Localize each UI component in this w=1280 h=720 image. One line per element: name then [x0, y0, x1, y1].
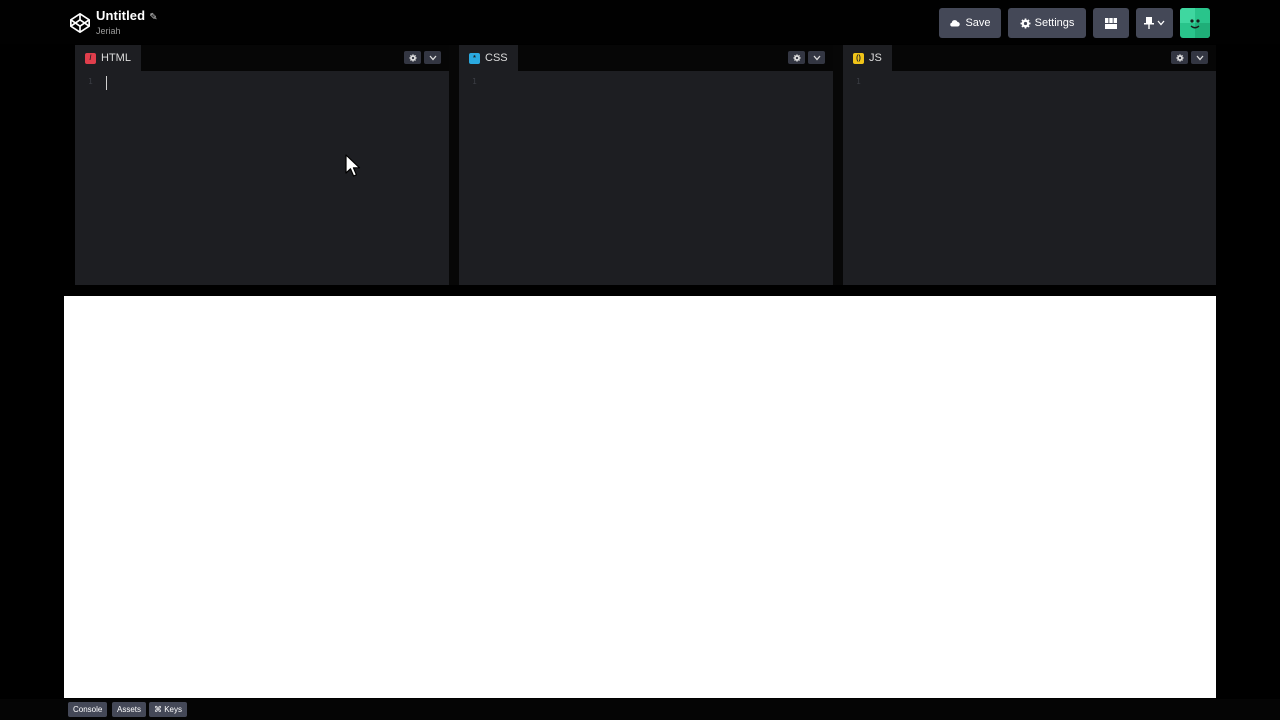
chevron-down-icon: [429, 55, 436, 60]
change-view-button[interactable]: [1093, 8, 1129, 38]
css-language-icon: *: [469, 52, 480, 64]
save-button[interactable]: Save: [939, 8, 1001, 38]
js-editor[interactable]: () JS 1: [843, 45, 1216, 285]
codepen-logo-icon[interactable]: [69, 12, 91, 34]
css-options-button[interactable]: [808, 51, 825, 64]
editor-resizer[interactable]: [449, 45, 459, 285]
settings-button[interactable]: Settings: [1008, 8, 1086, 38]
js-editor-header: () JS: [843, 45, 1216, 71]
top-bar: Untitled ✎ Jeriah Save Settings: [0, 0, 1280, 44]
css-editor-header: * CSS: [459, 45, 833, 71]
js-tab[interactable]: () JS: [843, 45, 892, 71]
result-preview[interactable]: [64, 296, 1216, 698]
js-tab-label: JS: [869, 52, 882, 64]
html-editor-header: / HTML: [75, 45, 449, 71]
css-settings-button[interactable]: [788, 51, 805, 64]
html-tab[interactable]: / HTML: [75, 45, 141, 71]
css-editor[interactable]: * CSS 1: [459, 45, 833, 285]
html-settings-button[interactable]: [404, 51, 421, 64]
html-language-icon: /: [85, 52, 96, 64]
pin-menu-button[interactable]: [1136, 8, 1173, 38]
js-language-icon: (): [853, 52, 864, 64]
html-editor[interactable]: / HTML 1: [75, 45, 449, 285]
css-tab[interactable]: * CSS: [459, 45, 518, 71]
layout-grid-icon: [1105, 17, 1117, 29]
keys-button[interactable]: ⌘ Keys: [149, 702, 188, 717]
editor-panels: / HTML 1 * CSS 1 () JS 1: [75, 45, 1216, 285]
save-button-label: Save: [965, 17, 991, 29]
avatar[interactable]: [1180, 8, 1210, 38]
pen-title-area: Untitled ✎ Jeriah: [96, 7, 158, 36]
pin-icon: [1144, 17, 1154, 29]
chevron-down-icon: [813, 55, 820, 60]
line-number: 1: [472, 77, 477, 86]
gear-icon: [1020, 17, 1031, 28]
css-tab-label: CSS: [485, 52, 508, 64]
gear-icon: [792, 53, 801, 62]
text-caret: [106, 76, 107, 90]
chevron-down-icon: [1157, 20, 1165, 26]
cloud-icon: [950, 20, 961, 27]
html-options-button[interactable]: [424, 51, 441, 64]
console-button[interactable]: Console: [68, 702, 108, 717]
assets-button[interactable]: Assets: [112, 702, 147, 717]
settings-button-label: Settings: [1034, 17, 1075, 29]
js-settings-button[interactable]: [1171, 51, 1188, 64]
mouse-pointer-icon: [345, 154, 361, 177]
pencil-icon[interactable]: ✎: [149, 12, 157, 23]
bottom-bar: Console Assets ⌘ Keys: [0, 699, 1280, 720]
line-number: 1: [88, 77, 93, 86]
pen-title[interactable]: Untitled: [96, 8, 145, 23]
gear-icon: [408, 53, 417, 62]
pen-author[interactable]: Jeriah: [96, 26, 158, 36]
gear-icon: [1175, 53, 1184, 62]
html-tab-label: HTML: [101, 52, 131, 64]
editor-resizer[interactable]: [833, 45, 843, 285]
line-number: 1: [856, 77, 861, 86]
chevron-down-icon: [1196, 55, 1203, 60]
js-options-button[interactable]: [1191, 51, 1208, 64]
